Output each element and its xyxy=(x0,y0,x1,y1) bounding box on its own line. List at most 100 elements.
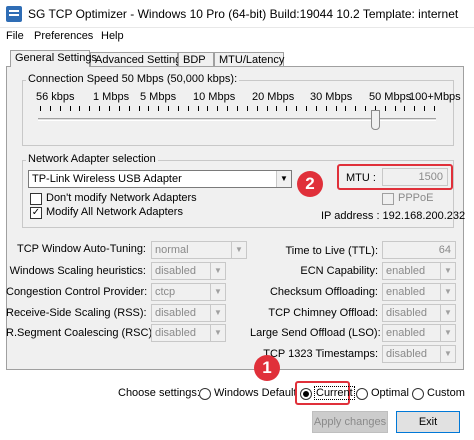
ecn-select[interactable]: enabled ▼ xyxy=(382,262,456,280)
slider-tick xyxy=(325,106,327,111)
timestamps-select[interactable]: disabled ▼ xyxy=(382,345,456,363)
tcp-autotuning-label: TCP Window Auto-Tuning: xyxy=(16,243,146,255)
ecn-label: ECN Capability: xyxy=(300,265,378,277)
slider-tick xyxy=(148,106,150,111)
scaling-heuristics-select[interactable]: disabled ▼ xyxy=(151,262,226,280)
slider-tick xyxy=(207,106,209,111)
tab-bdp[interactable]: BDP xyxy=(178,52,214,67)
slider-tick xyxy=(296,106,298,111)
scaling-heuristics-label: Windows Scaling heuristics: xyxy=(9,265,146,277)
chimney-offload-label: TCP Chimney Offload: xyxy=(268,307,378,319)
dropdown-arrow-icon[interactable]: ▼ xyxy=(440,346,455,362)
tcp-autotuning-select[interactable]: normal ▼ xyxy=(151,241,247,259)
dropdown-arrow-icon[interactable]: ▼ xyxy=(210,263,225,279)
dropdown-arrow-icon[interactable]: ▼ xyxy=(440,305,455,321)
modify-all-checkbox[interactable]: ✓ xyxy=(30,207,42,219)
slider-tick xyxy=(99,106,101,111)
menu-file[interactable]: File xyxy=(6,30,24,42)
dropdown-arrow-icon[interactable]: ▼ xyxy=(276,171,291,187)
tick-label: 30 Mbps xyxy=(310,91,353,103)
slider-tick xyxy=(197,106,199,111)
dont-modify-checkbox[interactable] xyxy=(30,193,42,205)
menu-preferences[interactable]: Preferences xyxy=(34,30,93,42)
dropdown-arrow-icon[interactable]: ▼ xyxy=(210,284,225,300)
slider-tick xyxy=(286,106,288,111)
tab-advanced-settings[interactable]: Advanced Settings xyxy=(90,52,187,67)
menu-bar: File Preferences Help xyxy=(0,28,474,46)
congestion-provider-value: ctcp xyxy=(155,286,176,298)
slider-tick xyxy=(187,106,189,111)
tick-label: 50 Mbps xyxy=(369,91,412,103)
dropdown-arrow-icon[interactable]: ▼ xyxy=(440,263,455,279)
pppoe-checkbox[interactable] xyxy=(382,193,394,205)
slider-tick xyxy=(177,106,179,111)
tick-label: 5 Mbps xyxy=(140,91,177,103)
rss-value: disabled xyxy=(155,307,196,319)
pppoe-label: PPPoE xyxy=(398,192,434,204)
rsc-label: R.Segment Coalescing (RSC): xyxy=(6,327,156,339)
radio-optimal[interactable] xyxy=(356,388,368,400)
app-icon xyxy=(6,6,22,22)
rss-label: Receive-Side Scaling (RSS): xyxy=(6,307,147,319)
slider-tick xyxy=(118,106,120,111)
slider-tick xyxy=(345,106,347,111)
tab-general-settings[interactable]: General Settings xyxy=(10,50,97,67)
slider-tick xyxy=(168,106,170,111)
radio-optimal-label: Optimal xyxy=(371,387,409,399)
mtu-field[interactable]: 1500 xyxy=(382,168,448,186)
slider-tick xyxy=(404,106,406,111)
checksum-offloading-select[interactable]: enabled ▼ xyxy=(382,283,456,301)
tick-label: 100+Mbps xyxy=(409,91,461,103)
lso-select[interactable]: enabled ▼ xyxy=(382,324,456,342)
radio-custom-label: Custom xyxy=(427,387,465,399)
slider-tick xyxy=(69,106,71,111)
slider-tick xyxy=(365,106,367,111)
ttl-field[interactable]: 64 xyxy=(382,241,456,259)
chimney-offload-select[interactable]: disabled ▼ xyxy=(382,304,456,322)
dropdown-arrow-icon[interactable]: ▼ xyxy=(440,325,455,341)
slider-tick xyxy=(394,106,396,111)
tick-label: 20 Mbps xyxy=(252,91,295,103)
adapter-select[interactable]: TP-Link Wireless USB Adapter ▼ xyxy=(28,170,292,188)
modify-all-label: Modify All Network Adapters xyxy=(46,206,183,218)
apply-changes-button[interactable]: Apply changes xyxy=(312,411,388,433)
tcp-autotuning-value: normal xyxy=(155,244,189,256)
slider-tick xyxy=(217,106,219,111)
menu-help[interactable]: Help xyxy=(101,30,124,42)
choose-settings-label: Choose settings: xyxy=(118,387,200,399)
chimney-offload-value: disabled xyxy=(386,307,427,319)
slider-tick xyxy=(49,106,51,111)
ecn-value: enabled xyxy=(386,265,426,277)
radio-current[interactable] xyxy=(300,388,312,400)
connection-speed-group xyxy=(22,80,454,146)
tab-mtu-latency[interactable]: MTU/Latency xyxy=(214,52,284,67)
rsc-value: disabled xyxy=(155,327,196,339)
dropdown-arrow-icon[interactable]: ▼ xyxy=(231,242,246,258)
ip-address: IP address : 192.168.200.232 xyxy=(321,210,466,222)
rsc-select[interactable]: disabled ▼ xyxy=(151,324,226,342)
congestion-provider-select[interactable]: ctcp ▼ xyxy=(151,283,226,301)
annotation-badge-1: 1 xyxy=(254,355,280,381)
title-bar: SG TCP Optimizer - Windows 10 Pro (64-bi… xyxy=(0,0,474,28)
dropdown-arrow-icon[interactable]: ▼ xyxy=(210,305,225,321)
slider-tick xyxy=(355,106,357,111)
slider-tick xyxy=(276,106,278,111)
mtu-label: MTU : xyxy=(346,172,376,184)
slider-tick xyxy=(89,106,91,111)
radio-custom[interactable] xyxy=(412,388,424,400)
rss-select[interactable]: disabled ▼ xyxy=(151,304,226,322)
slider-tick xyxy=(40,106,41,111)
dropdown-arrow-icon[interactable]: ▼ xyxy=(210,325,225,341)
radio-windows-default[interactable] xyxy=(199,388,211,400)
exit-button[interactable]: Exit xyxy=(396,411,460,433)
slider-tick xyxy=(79,106,81,111)
slider-tick xyxy=(424,106,426,111)
dropdown-arrow-icon[interactable]: ▼ xyxy=(440,284,455,300)
slider-tick xyxy=(246,106,248,111)
radio-windows-default-label: Windows Default xyxy=(214,387,297,399)
slider-tick xyxy=(315,106,317,111)
scaling-heuristics-value: disabled xyxy=(155,265,196,277)
slider-tick xyxy=(384,106,386,111)
timestamps-value: disabled xyxy=(386,348,427,360)
speed-slider-thumb[interactable] xyxy=(370,110,380,130)
